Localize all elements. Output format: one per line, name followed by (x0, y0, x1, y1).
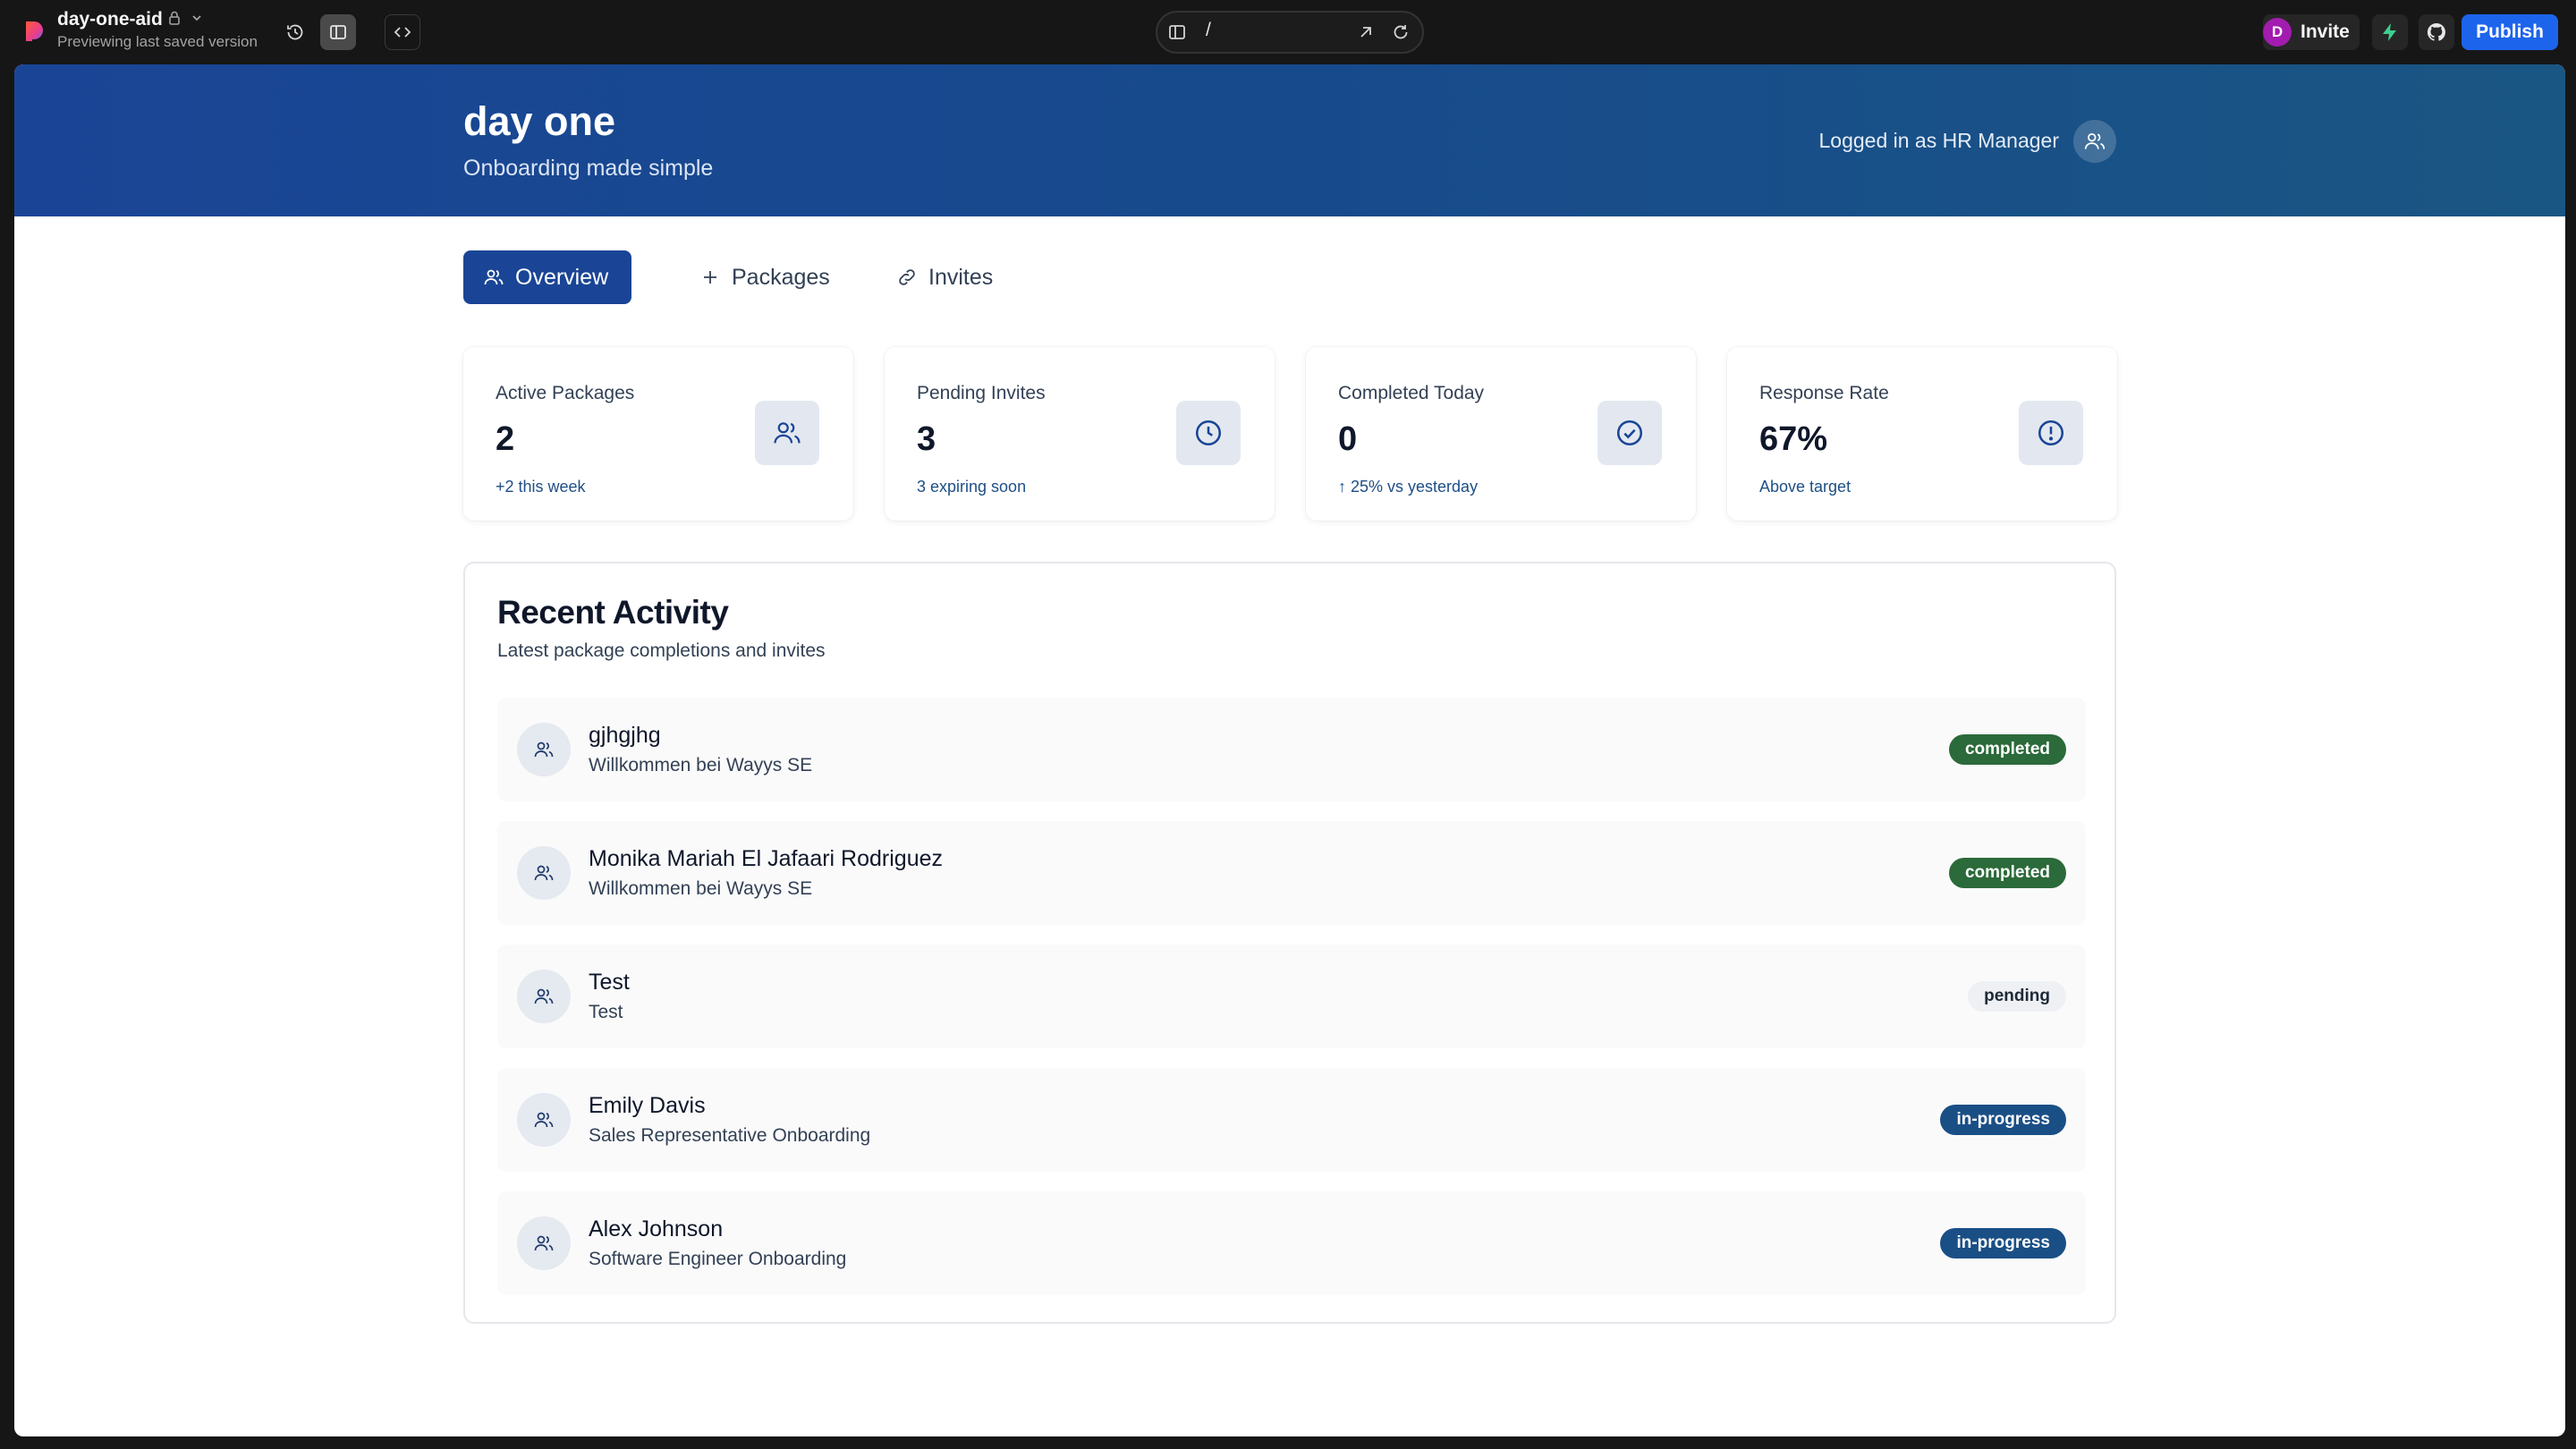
editor-toolbar: day-one-aid Previewing last saved versio… (0, 0, 2576, 64)
tab-overview[interactable]: Overview (463, 250, 631, 304)
activity-name: Test (589, 970, 630, 995)
users-icon (484, 269, 504, 285)
activity-name: Monika Mariah El Jafaari Rodriguez (589, 846, 944, 871)
activity-package: Willkommen bei Wayys SE (589, 755, 813, 775)
avatar (517, 970, 571, 1023)
stat-label: Active Packages (496, 383, 635, 403)
status-badge: completed (1948, 858, 2066, 888)
stat-card-completed-today: Completed Today 0 ↑ 25% vs yesterday (1306, 347, 1696, 521)
activity-name: Alex Johnson (589, 1216, 724, 1241)
avatar (517, 846, 571, 900)
preview-url-bar[interactable] (1156, 11, 1424, 54)
tab-invites-label: Invites (928, 264, 994, 290)
activity-name: Emily Davis (589, 1093, 706, 1118)
activity-row[interactable]: Emily Davis Sales Representative Onboard… (497, 1068, 2086, 1172)
code-view-button[interactable] (385, 14, 420, 50)
status-badge: in-progress (1940, 1228, 2066, 1258)
users-icon (534, 741, 554, 758)
stat-note: 3 expiring soon (917, 478, 1027, 496)
brand-title: day one (463, 98, 616, 144)
link-icon (899, 269, 915, 285)
activity-package: Software Engineer Onboarding (589, 1249, 847, 1269)
tab-packages-label: Packages (732, 264, 830, 290)
activity-row[interactable]: gjhgjhg Willkommen bei Wayys SE complete… (497, 698, 2086, 801)
status-badge: completed (1948, 734, 2066, 765)
stat-label: Completed Today (1338, 383, 1485, 403)
stat-label: Response Rate (1759, 383, 1889, 403)
toggle-sidebar-button[interactable] (320, 14, 356, 50)
users-icon (534, 988, 554, 1004)
stat-value: 3 (917, 420, 936, 458)
publish-button[interactable]: Publish (2462, 14, 2558, 50)
tab-invites[interactable]: Invites (882, 250, 1016, 304)
refresh-icon[interactable] (1391, 22, 1411, 42)
activity-package: Test (589, 1002, 623, 1022)
stat-note: ↑ 25% vs yesterday (1338, 478, 1479, 496)
url-path[interactable]: / (1206, 20, 1211, 41)
lock-icon (169, 11, 180, 25)
project-name[interactable]: day-one-aid (57, 9, 163, 30)
project-status: Previewing last saved version (57, 33, 258, 50)
activity-package: Willkommen bei Wayys SE (589, 878, 813, 899)
app-header: day one Onboarding made simple Logged in… (14, 64, 2565, 216)
users-icon (534, 865, 554, 881)
users-icon (774, 422, 801, 444)
section-subtitle: Latest package completions and invites (497, 640, 826, 661)
stat-note: +2 this week (496, 478, 586, 496)
chevron-down-icon[interactable] (190, 11, 204, 25)
code-icon (394, 27, 411, 38)
github-button[interactable] (2419, 14, 2454, 50)
avatar (517, 1093, 571, 1147)
activity-package: Sales Representative Onboarding (589, 1125, 871, 1146)
check-circle-icon (1616, 419, 1643, 446)
logged-in-status: Logged in as HR Manager (1818, 129, 2060, 152)
section-title: Recent Activity (497, 594, 729, 631)
activity-row[interactable]: Alex Johnson Software Engineer Onboardin… (497, 1191, 2086, 1295)
sidebar-icon (330, 25, 346, 39)
activity-row[interactable]: Monika Mariah El Jafaari Rodriguez Willk… (497, 821, 2086, 925)
tab-overview-label: Overview (515, 264, 609, 290)
stat-card-pending-invites: Pending Invites 3 3 expiring soon (885, 347, 1275, 521)
brand-tagline: Onboarding made simple (463, 156, 714, 181)
github-icon (2427, 22, 2445, 41)
user-avatar[interactable]: D (2263, 18, 2292, 47)
users-icon (534, 1112, 554, 1128)
history-icon (287, 24, 303, 40)
stat-note: Above target (1759, 478, 1852, 496)
stat-icon-box (1597, 401, 1662, 465)
alert-circle-icon (2038, 419, 2064, 446)
activity-name: gjhgjhg (589, 723, 661, 748)
history-button[interactable] (277, 14, 313, 50)
users-icon (2084, 133, 2106, 149)
stat-card-response-rate: Response Rate 67% Above target (1727, 347, 2117, 521)
status-badge: pending (1968, 981, 2066, 1012)
stat-icon-box (2019, 401, 2083, 465)
status-badge: in-progress (1940, 1105, 2066, 1135)
activity-row[interactable]: Test Test pending (497, 945, 2086, 1048)
stat-value: 2 (496, 420, 515, 458)
recent-activity-card: Recent Activity Latest package completio… (463, 562, 2116, 1324)
avatar (517, 723, 571, 776)
stat-icon-box (755, 401, 819, 465)
tab-packages[interactable]: Packages (685, 250, 837, 304)
stat-label: Pending Invites (917, 383, 1046, 403)
clock-icon (1195, 419, 1222, 446)
app-logo-icon (26, 21, 43, 41)
bolt-icon (2383, 23, 2396, 41)
stat-icon-box (1176, 401, 1241, 465)
open-external-icon[interactable] (1356, 22, 1376, 42)
supabase-button[interactable] (2372, 14, 2408, 50)
user-menu-button[interactable] (2073, 120, 2116, 163)
app-preview: day one Onboarding made simple Logged in… (14, 64, 2565, 1436)
plus-icon (704, 271, 716, 284)
stat-card-active-packages: Active Packages 2 +2 this week (463, 347, 853, 521)
avatar (517, 1216, 571, 1270)
stat-value: 0 (1338, 420, 1358, 458)
stat-value: 67% (1759, 420, 1828, 458)
page-selector-icon[interactable] (1166, 21, 1188, 43)
invite-label[interactable]: Invite (2301, 21, 2350, 43)
users-icon (534, 1235, 554, 1251)
